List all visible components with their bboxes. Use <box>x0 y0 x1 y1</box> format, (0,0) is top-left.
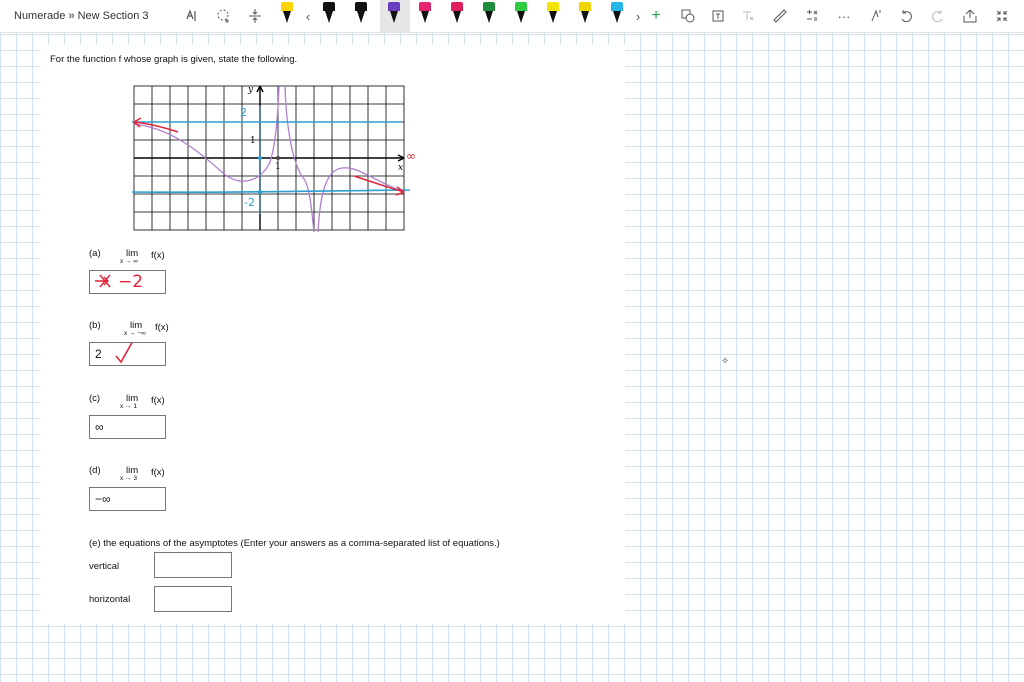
note-page: For the function f whose graph is given,… <box>40 44 625 624</box>
pen-lime-icon[interactable] <box>514 2 528 26</box>
pen-yellow-icon[interactable] <box>546 2 560 26</box>
pen-black-icon[interactable] <box>280 2 294 26</box>
collapse-icon[interactable] <box>992 0 1012 32</box>
replay-icon[interactable] <box>866 0 886 32</box>
add-space-icon[interactable] <box>214 0 234 32</box>
lasso-icon[interactable] <box>182 0 202 32</box>
chevron-left-icon[interactable]: ‹ <box>300 0 316 32</box>
part-c-label: (c) <box>89 393 101 404</box>
y-axis-label: y <box>247 85 254 95</box>
pen-black-2-icon[interactable] <box>322 2 336 26</box>
ribbon-toolbar: Numerade » New Section 3 ‹ › + ··· <box>0 0 1024 33</box>
insert-space-icon[interactable] <box>245 0 265 32</box>
more-icon[interactable]: ··· <box>834 0 854 32</box>
ink-label-2: 2 <box>240 106 247 119</box>
pen-green-icon[interactable] <box>482 2 496 26</box>
vertical-asymptote-input[interactable] <box>154 552 232 578</box>
pen-pink-icon[interactable] <box>418 2 432 26</box>
part-d-label: (d) <box>89 465 101 476</box>
part-c-answer-box[interactable]: ∞ <box>89 415 166 439</box>
part-a-label: (a) <box>89 248 101 259</box>
ink-to-text-icon[interactable] <box>708 0 728 32</box>
pen-cyan-icon[interactable] <box>610 2 624 26</box>
cursor-icon: ✧ <box>721 356 730 367</box>
function-curve-tail <box>317 167 405 233</box>
math-icon[interactable] <box>802 0 822 32</box>
ink-label-neg2: -2 <box>244 196 255 209</box>
question-prompt: For the function f whose graph is given,… <box>50 54 298 65</box>
horizontal-label: horizontal <box>89 594 131 605</box>
breadcrumb[interactable]: Numerade » New Section 3 <box>14 10 149 22</box>
ink-label-infinity: ∞ <box>406 149 416 163</box>
graph-axes <box>134 85 405 230</box>
part-a-answer: −2 <box>118 272 144 292</box>
part-c-answer: ∞ <box>95 420 104 434</box>
function-curve <box>133 85 280 182</box>
ink-left-end <box>133 121 179 133</box>
tick-label-y-1: 1 <box>250 136 256 146</box>
function-curve-right <box>284 85 315 233</box>
tick-label-x-1: 1 <box>275 162 281 172</box>
pen-yellow-2-icon[interactable] <box>578 2 592 26</box>
part-e-label: (e) the equations of the asymptotes (Ent… <box>89 538 500 549</box>
part-b-answer-box[interactable]: 2 <box>89 342 166 366</box>
add-pen-icon[interactable]: + <box>648 0 664 32</box>
share-icon[interactable] <box>960 0 980 32</box>
function-graph: y x 1 1 2 -2 ∞ <box>131 84 422 239</box>
ink-to-math-icon[interactable] <box>738 0 758 32</box>
ink-to-shape-icon[interactable] <box>678 0 698 32</box>
pen-red-icon[interactable] <box>450 2 464 26</box>
part-a-answer-box[interactable]: −2 <box>89 270 166 294</box>
vertical-label: vertical <box>89 561 120 572</box>
part-d-answer: −∞ <box>95 492 111 506</box>
part-d-answer-box[interactable]: −∞ <box>89 487 166 511</box>
part-b-label: (b) <box>89 320 101 331</box>
redo-icon[interactable] <box>928 0 948 32</box>
chevron-right-icon[interactable]: › <box>632 0 644 32</box>
pen-black-3-icon[interactable] <box>354 2 368 26</box>
ruler-icon[interactable] <box>770 0 790 32</box>
x-axis-label: x <box>398 163 403 173</box>
checkmark-icon <box>115 343 133 364</box>
undo-icon[interactable] <box>896 0 916 32</box>
pen-purple-icon[interactable] <box>387 2 401 26</box>
horizontal-asymptote-input[interactable] <box>154 586 232 612</box>
